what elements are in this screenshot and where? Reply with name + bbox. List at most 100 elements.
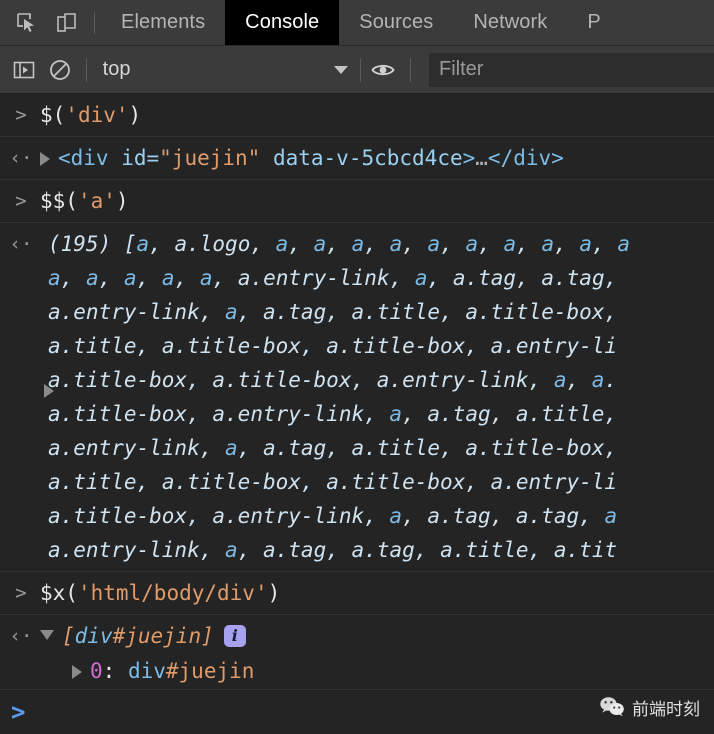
- property-key: 0: [90, 659, 103, 683]
- array-punct: [491, 232, 504, 256]
- array-punct: [605, 232, 618, 256]
- console-input-expression[interactable]: $('div'): [0, 98, 714, 132]
- array-punct: ,: [237, 436, 251, 460]
- array-item: a.tag: [515, 504, 580, 528]
- array-punct: [212, 436, 225, 460]
- array-punct: [541, 368, 554, 392]
- output-marker: ‹·: [9, 147, 33, 169]
- array-punct: [529, 266, 542, 290]
- info-icon[interactable]: i: [223, 625, 246, 647]
- array-punct: ,: [427, 266, 441, 290]
- array-punct: [149, 470, 162, 494]
- array-punct: [250, 538, 263, 562]
- tab-performance[interactable]: P: [567, 0, 620, 45]
- tab-network[interactable]: Network: [453, 0, 567, 45]
- array-punct: [478, 470, 491, 494]
- array-item: a.title-box: [465, 436, 605, 460]
- array-punct: ,: [326, 300, 339, 324]
- array-punct: ,: [566, 368, 580, 392]
- expr-token: ): [267, 581, 281, 605]
- live-expression-icon[interactable]: [370, 55, 396, 85]
- array-item: a.title-box: [326, 470, 466, 494]
- array-punct: ,: [187, 402, 200, 426]
- expand-triangle-icon[interactable]: [44, 384, 54, 398]
- collapse-triangle-icon[interactable]: [40, 630, 54, 640]
- array-punct: [592, 504, 605, 528]
- execution-context-select[interactable]: top: [97, 55, 358, 85]
- array-punct: ,: [300, 470, 314, 494]
- array-item: a.entry-link: [48, 436, 200, 460]
- array-punct: ,: [440, 436, 453, 460]
- clear-console-icon[interactable]: [48, 55, 72, 85]
- array-item: a: [541, 232, 555, 256]
- device-toolbar-icon[interactable]: [54, 10, 80, 36]
- filterbar-divider-2: [359, 57, 361, 82]
- array-item: a: [351, 232, 365, 256]
- expand-triangle-icon[interactable]: [40, 152, 50, 166]
- input-marker: >: [15, 104, 27, 126]
- object-property-row[interactable]: 0: div#juejin: [40, 653, 714, 689]
- array-item: a: [85, 266, 99, 290]
- console-message-output: ‹· [div#juejin]i 0: div#juejin length: 1…: [0, 615, 714, 689]
- array-punct: ,: [136, 470, 150, 494]
- array-line: a.title-box, a.title-box, a.entry-link, …: [48, 363, 714, 397]
- console-input-expression[interactable]: $$('a'): [0, 184, 714, 218]
- tab-elements[interactable]: Elements: [101, 0, 225, 45]
- array-item: a: [414, 266, 428, 290]
- array-result[interactable]: (195) [a, a.logo, a, a, a, a, a, a, a, a…: [0, 227, 714, 567]
- array-item: a.title-box: [326, 334, 466, 358]
- array-item: a.entry-li: [490, 334, 618, 358]
- dom-token: data-v-5cbcd4ce: [260, 146, 463, 170]
- array-punct: ,: [364, 504, 377, 528]
- array-punct: [567, 232, 580, 256]
- array-punct: [339, 538, 352, 562]
- array-punct: [111, 266, 124, 290]
- array-punct: [314, 334, 327, 358]
- array-item: a: [161, 266, 175, 290]
- console-output[interactable]: > $('div') ‹· <div id="juejin" data-v-5c…: [0, 94, 714, 689]
- console-message-input: > $x('html/body/div'): [0, 572, 714, 615]
- console-input-expression[interactable]: $x('html/body/div'): [0, 576, 714, 610]
- dom-token: "juejin": [159, 146, 261, 170]
- tab-sources[interactable]: Sources: [339, 0, 453, 45]
- expr-token: ): [115, 189, 129, 213]
- array-item: a.tit: [553, 538, 618, 562]
- dom-token: <div: [58, 146, 109, 170]
- array-line: a.entry-link, a, a.tag, a.title, a.title…: [48, 431, 714, 465]
- dom-node-result[interactable]: <div id="juejin" data-v-5cbcd4ce>…</div>: [0, 141, 714, 175]
- array-punct: ,: [149, 232, 162, 256]
- xpath-result-header[interactable]: [div #juejin] i: [40, 619, 714, 653]
- array-line: (195) [a, a.logo, a, a, a, a, a, a, a, a…: [48, 227, 714, 261]
- array-punct: [250, 436, 263, 460]
- console-sidebar-icon[interactable]: [12, 55, 36, 85]
- array-punct: [225, 266, 238, 290]
- array-punct: ,: [604, 436, 618, 460]
- array-item: a.title: [351, 300, 441, 324]
- xpath-result[interactable]: [div#juejin]i 0: div#juejin length: 1 __…: [0, 619, 714, 689]
- inspect-element-icon[interactable]: [14, 10, 40, 36]
- array-item: a.entry-link: [376, 368, 529, 392]
- tabbar-tools: [0, 0, 86, 45]
- filter-input[interactable]: [429, 52, 714, 87]
- dom-token-ellipsis: …: [475, 146, 488, 170]
- input-marker: >: [15, 190, 27, 212]
- array-punct: [73, 266, 86, 290]
- array-punct: ,: [604, 266, 618, 290]
- array-item: a.entry-link: [48, 538, 200, 562]
- array-punct: ,: [402, 504, 415, 528]
- array-item: a: [465, 232, 479, 256]
- console-prompt-row[interactable]: > 前端时刻: [0, 689, 714, 734]
- array-item: a.entry-link: [212, 402, 365, 426]
- tab-console[interactable]: Console: [225, 0, 340, 45]
- devtools-window: Elements Console Sources Network P top F…: [0, 0, 714, 734]
- array-item: a: [225, 300, 238, 324]
- dom-token: </div>: [487, 146, 564, 170]
- expand-triangle-icon[interactable]: [72, 665, 82, 679]
- array-item: a.title: [351, 436, 441, 460]
- array-punct: [314, 470, 327, 494]
- array-punct: ,: [351, 368, 365, 392]
- array-item: a.entry-link: [237, 266, 390, 290]
- clear-console-glyph: [50, 59, 70, 80]
- console-prompt-input[interactable]: [25, 699, 714, 725]
- devtools-tabbar: Elements Console Sources Network P: [0, 0, 714, 46]
